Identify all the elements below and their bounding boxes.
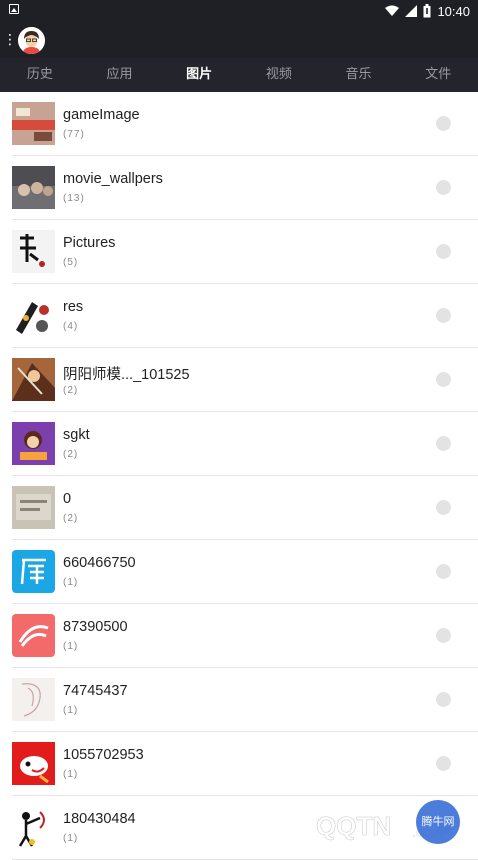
folder-name: movie_wallpers [63, 171, 163, 187]
folder-count: (4) [63, 321, 78, 332]
folder-thumbnail [12, 166, 55, 209]
folder-name: 74745437 [63, 683, 128, 699]
list-item[interactable]: 1055702953 (1) [12, 732, 478, 796]
folder-name: res [63, 299, 83, 315]
folder-thumbnail [12, 102, 55, 145]
folder-count: (2) [63, 449, 78, 460]
select-radio[interactable] [436, 692, 451, 707]
folder-thumbnail [12, 294, 55, 337]
list-item[interactable]: res (4) [12, 284, 478, 348]
select-radio[interactable] [436, 372, 451, 387]
select-radio[interactable] [436, 628, 451, 643]
folder-thumbnail [12, 678, 55, 721]
folder-count: (1) [63, 577, 78, 588]
select-radio[interactable] [436, 308, 451, 323]
notification-icon [9, 4, 19, 14]
list-item[interactable]: Pictures (5) [12, 220, 478, 284]
category-tabs: 历史 应用 图片 视频 音乐 文件 [0, 58, 478, 92]
status-right: 10:40 [385, 2, 470, 20]
signal-icon [405, 5, 417, 17]
status-time: 10:40 [437, 4, 470, 19]
tab-music[interactable]: 音乐 [319, 58, 399, 92]
folder-thumbnail [12, 358, 55, 401]
folder-count: (1) [63, 641, 78, 652]
select-radio[interactable] [436, 180, 451, 195]
list-item[interactable]: movie_wallpers (13) [12, 156, 478, 220]
folder-thumbnail [12, 422, 55, 465]
folder-name: 180430484 [63, 811, 136, 827]
avatar-icon[interactable] [18, 27, 45, 54]
folder-name: 阴阳师模..._101525 [63, 363, 190, 384]
folder-name: Pictures [63, 235, 115, 251]
folder-count: (1) [63, 769, 78, 780]
folder-name: 1055702953 [63, 747, 144, 763]
folder-count: (13) [63, 193, 85, 204]
folder-count: (77) [63, 129, 85, 140]
folder-thumbnail [12, 614, 55, 657]
list-item[interactable]: sgkt (2) [12, 412, 478, 476]
list-item[interactable]: gameImage (77) [12, 92, 478, 156]
list-item[interactable]: 74745437 (1) [12, 668, 478, 732]
status-bar: 10:40 [0, 0, 478, 22]
folder-count: (1) [63, 705, 78, 716]
tab-apps[interactable]: 应用 [80, 58, 160, 92]
tab-pictures[interactable]: 图片 [159, 58, 239, 92]
folder-thumbnail [12, 806, 55, 849]
folder-thumbnail [12, 230, 55, 273]
battery-icon [423, 4, 431, 18]
folder-list: gameImage (77) movie_wallpers (13) Pictu… [0, 92, 478, 860]
folder-thumbnail [12, 486, 55, 529]
tab-videos[interactable]: 视频 [239, 58, 319, 92]
select-radio[interactable] [436, 436, 451, 451]
folder-count: (2) [63, 513, 78, 524]
folder-thumbnail [12, 550, 55, 593]
select-radio[interactable] [436, 116, 451, 131]
folder-name: gameImage [63, 107, 140, 123]
folder-thumbnail [12, 742, 55, 785]
folder-count: (5) [63, 257, 78, 268]
folder-count: (2) [63, 385, 78, 396]
app-bar: ⋮ [0, 22, 478, 58]
folder-name: 0 [63, 491, 71, 507]
list-item[interactable]: 0 (2) [12, 476, 478, 540]
qqtn-badge-button[interactable]: 腾牛网 [416, 800, 460, 844]
folder-name: 660466750 [63, 555, 136, 571]
folder-name: 87390500 [63, 619, 128, 635]
watermark-text: QQTN [316, 811, 391, 841]
folder-name: sgkt [63, 427, 90, 443]
select-radio[interactable] [436, 756, 451, 771]
select-radio[interactable] [436, 244, 451, 259]
select-radio[interactable] [436, 564, 451, 579]
more-vertical-icon[interactable]: ⋮ [3, 32, 9, 48]
select-radio[interactable] [436, 500, 451, 515]
tab-history[interactable]: 历史 [0, 58, 80, 92]
list-item[interactable]: 阴阳师模..._101525 (2) [12, 348, 478, 412]
list-item[interactable]: 87390500 (1) [12, 604, 478, 668]
wifi-icon [385, 5, 399, 17]
list-item[interactable]: 660466750 (1) [12, 540, 478, 604]
tab-files[interactable]: 文件 [398, 58, 478, 92]
folder-count: (1) [63, 833, 78, 844]
